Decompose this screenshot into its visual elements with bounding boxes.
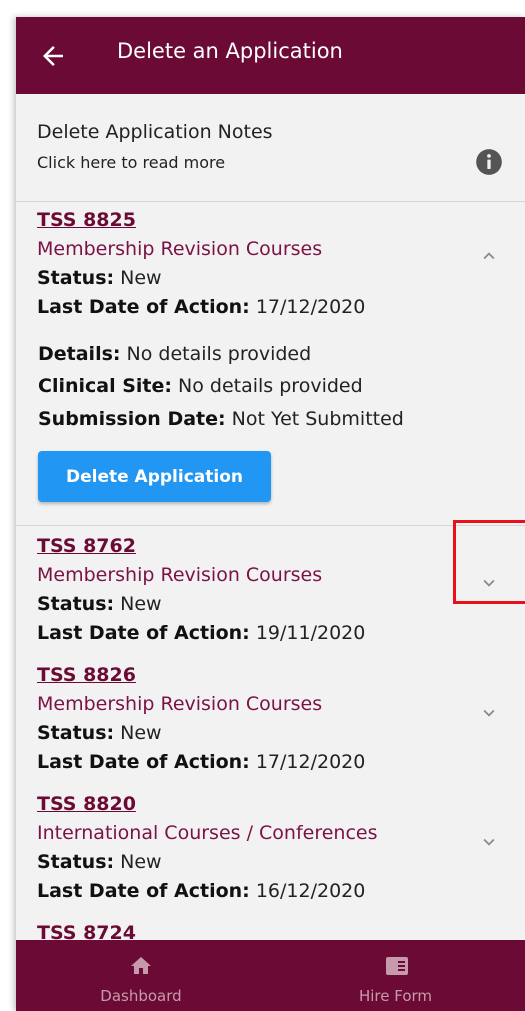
last-date-value: 17/12/2020 [255, 751, 366, 773]
nav-label: Hire Form [358, 987, 433, 1005]
application-status: Status: New [37, 593, 162, 615]
chevron-up-icon[interactable] [478, 245, 500, 267]
notes-read-more-link[interactable]: Click here to read more [37, 153, 225, 172]
application-status: Status: New [37, 267, 162, 289]
last-date-label: Last Date of Action: [37, 880, 250, 902]
bottom-navigation: Dashboard Hire Form [16, 940, 525, 1011]
application-course: International Courses / Conferences [37, 822, 378, 844]
status-label: Status: [37, 267, 115, 289]
last-date-label: Last Date of Action: [37, 296, 250, 318]
application-last-date: Last Date of Action: 17/12/2020 [37, 296, 365, 318]
clinical-site-value: No details provided [178, 375, 363, 397]
application-details: Details: No details provided [38, 343, 311, 365]
application-course: Membership Revision Courses [37, 693, 323, 715]
delete-notes-panel[interactable]: Delete Application Notes Click here to r… [16, 94, 525, 202]
nav-dashboard[interactable]: Dashboard [16, 940, 266, 1011]
notes-title: Delete Application Notes [37, 121, 273, 143]
application-item: TSS 8826 Membership Revision Courses Sta… [16, 664, 525, 789]
status-value: New [120, 722, 162, 744]
last-date-label: Last Date of Action: [37, 751, 250, 773]
application-course: Membership Revision Courses [37, 564, 323, 586]
application-status: Status: New [37, 851, 162, 873]
nav-label: Dashboard [100, 987, 182, 1005]
status-value: New [120, 593, 162, 615]
chevron-down-icon[interactable] [478, 831, 500, 853]
application-last-date: Last Date of Action: 16/12/2020 [37, 880, 365, 902]
application-last-date: Last Date of Action: 17/12/2020 [37, 751, 365, 773]
app-screen: Delete an Application Delete Application… [16, 17, 525, 1011]
application-id-link[interactable]: TSS 8762 [37, 535, 136, 557]
application-last-date: Last Date of Action: 19/11/2020 [37, 622, 365, 644]
details-value: No details provided [126, 343, 312, 365]
application-id-link[interactable]: TSS 8825 [37, 209, 136, 231]
arrow-left-icon[interactable] [38, 41, 68, 71]
application-course: Membership Revision Courses [37, 238, 323, 260]
delete-application-button[interactable]: Delete Application [38, 451, 271, 502]
home-icon [131, 957, 151, 974]
submission-date-label: Submission Date: [38, 408, 226, 430]
clinical-site-label: Clinical Site: [38, 375, 172, 397]
application-id-link[interactable]: TSS 8820 [37, 793, 136, 815]
status-label: Status: [37, 593, 115, 615]
highlight-box [453, 520, 525, 604]
status-value: New [120, 267, 162, 289]
last-date-value: 17/12/2020 [255, 296, 366, 318]
application-item: TSS 8820 International Courses / Confere… [16, 793, 525, 918]
application-status: Status: New [37, 722, 162, 744]
chevron-down-icon[interactable] [478, 702, 500, 724]
status-label: Status: [37, 722, 115, 744]
details-label: Details: [38, 343, 121, 365]
last-date-value: 16/12/2020 [255, 880, 366, 902]
page-title: Delete an Application [117, 39, 343, 63]
status-label: Status: [37, 851, 115, 873]
last-date-label: Last Date of Action: [37, 622, 250, 644]
form-icon [386, 957, 408, 975]
divider [16, 525, 525, 526]
application-clinical-site: Clinical Site: No details provided [38, 375, 363, 397]
application-item: TSS 8762 Membership Revision Courses Sta… [16, 535, 525, 660]
app-bar: Delete an Application [16, 17, 525, 94]
application-id-link[interactable]: TSS 8826 [37, 664, 136, 686]
nav-hire-form[interactable]: Hire Form [266, 940, 525, 1011]
application-submission-date: Submission Date: Not Yet Submitted [38, 408, 404, 430]
last-date-value: 19/11/2020 [255, 622, 366, 644]
info-icon[interactable] [475, 148, 503, 176]
submission-date-value: Not Yet Submitted [231, 408, 404, 430]
status-value: New [120, 851, 162, 873]
